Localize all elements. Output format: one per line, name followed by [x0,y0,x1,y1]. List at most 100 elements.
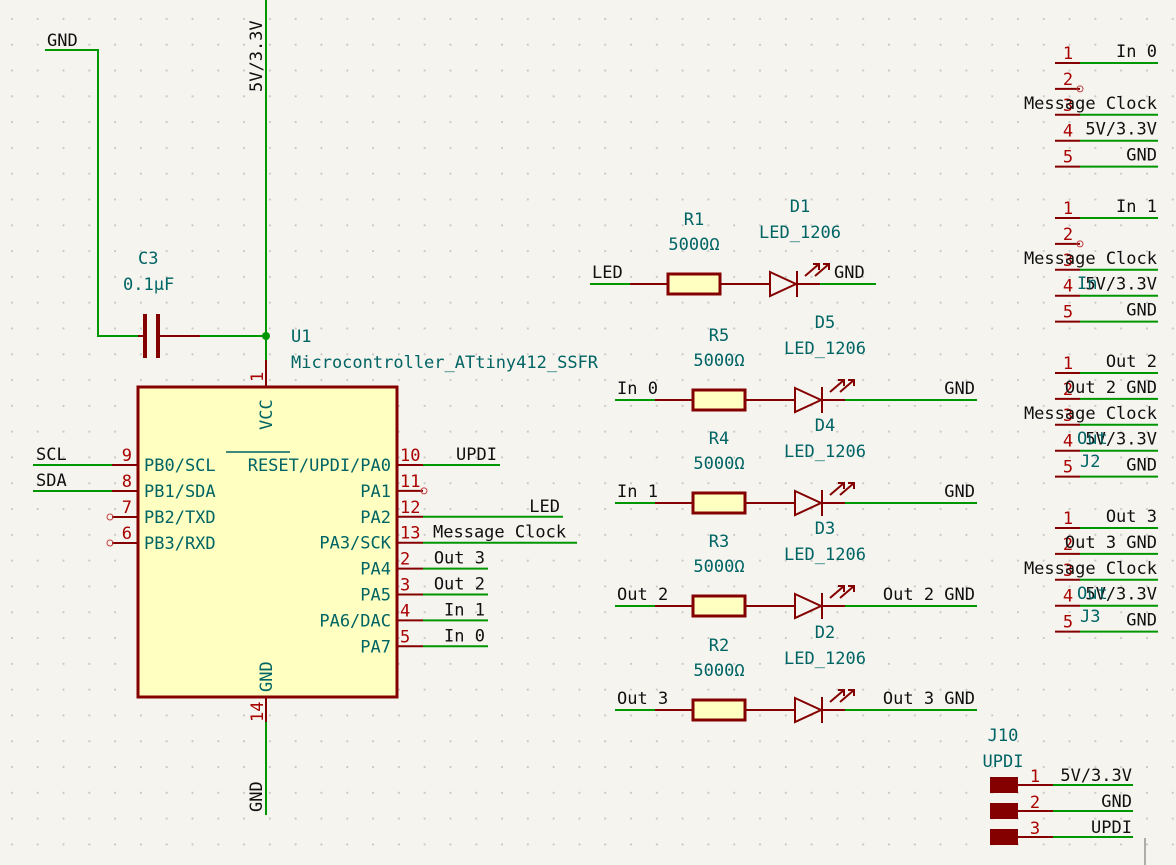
net-label[interactable]: GND [944,379,975,399]
resistor[interactable] [691,594,747,618]
net-label[interactable]: Out 2 [617,585,668,605]
led-ref: D5 [815,313,835,333]
resistor-ref: R2 [709,636,729,656]
pin-name: RESET/UPDI/PA0 [248,456,391,476]
gnd-label-bottom[interactable]: GND [247,781,267,812]
net-label[interactable]: Message Clock [1024,94,1157,114]
net-label[interactable]: GND [834,263,865,283]
net-label[interactable]: Message Clock [1024,404,1157,424]
led-diode[interactable] [794,696,824,724]
net-label[interactable]: In 1 [444,600,485,620]
net-label[interactable]: UPDI [456,445,497,465]
pin-number: 5 [1063,148,1073,168]
net-label[interactable]: LED [529,497,560,517]
connector-ref: J2 [1080,452,1100,472]
header-pin[interactable]: 2 GND [990,792,1133,819]
connector[interactable]: 1 Out 22Out 2 GND3Message Clock4 5V/3.3V5 G… [1024,352,1158,478]
resistor-ref: R5 [709,326,729,346]
net-label[interactable]: In 0 [1116,42,1157,62]
net-label[interactable]: GND [1101,792,1132,812]
capacitor-ref: C3 [138,249,158,269]
led-ref: D2 [815,623,835,643]
header-pin[interactable]: 3 UPDI [990,818,1133,845]
net-label[interactable]: GND [1126,301,1157,321]
resistor[interactable] [666,272,722,296]
net-label[interactable]: Out 3 [617,689,668,709]
resistor[interactable] [691,388,747,412]
led-value: LED_1206 [759,223,841,243]
led-ref: D3 [815,519,835,539]
connector[interactable]: 1 In 123Message Clock4 5V/3.3V5 GNDIn [1024,197,1158,323]
pin-number: 1 [1063,44,1073,64]
net-label[interactable]: SCL [36,445,67,465]
connector[interactable]: 1 Out 32Out 3 GND3Message Clock4 5V/3.3V5 G… [1024,507,1158,633]
net-label[interactable]: 5V/3.3V [1060,766,1132,786]
net-label[interactable]: GND [1126,146,1157,166]
led-ref: D4 [815,416,835,436]
resistor-value: 5000Ω [668,235,719,255]
net-label[interactable]: Message Clock [1024,559,1157,579]
net-label[interactable]: GND [1126,456,1157,476]
schematic-canvas[interactable]: GND 5V/3.3V C3 0.1µF U1 Microcontroller_… [0,0,1176,865]
resistor-value: 5000Ω [693,454,744,474]
led-row[interactable]: Out 3 Out 3 GND R2 5000Ω D2 LED_1206 [615,623,977,724]
connector-value: Out [1077,584,1108,604]
led-value: LED_1206 [784,442,866,462]
led-rows: LED GND R1 5000Ω D1 LED_1206 In 0 GND R5 5000Ω D5 L… [590,197,977,724]
led-row[interactable]: Out 2 Out 2 GND R3 5000Ω D3 LED_1206 [615,519,977,620]
light-emission-icon [829,689,855,703]
resistor-value: 5000Ω [693,557,744,577]
net-label[interactable]: Out 3 [434,549,485,569]
led-diode[interactable] [794,592,824,620]
net-label[interactable]: Message Clock [433,523,566,543]
resistor[interactable] [691,698,747,722]
net-label[interactable]: In 0 [617,379,658,399]
net-label[interactable]: Out 2 GND [883,585,975,605]
gnd-label-top[interactable]: GND [47,31,78,51]
pin-pad [990,829,1018,845]
net-label[interactable]: SDA [36,471,67,491]
pin-number: 1 [1063,199,1073,219]
pin-number: 5 [1063,613,1073,633]
connector-value: UPDI [983,752,1024,772]
net-label[interactable]: In 1 [617,482,658,502]
pin-number: 11 [400,472,420,492]
net-label[interactable]: Message Clock [1024,249,1157,269]
net-label[interactable]: Out 2 [1106,352,1157,372]
pin-name: PA4 [360,560,391,580]
net-label[interactable]: Out 2 GND [1065,378,1157,398]
led-diode[interactable] [769,270,799,298]
led-row[interactable]: LED GND R1 5000Ω D1 LED_1206 [590,197,876,298]
power-network: GND 5V/3.3V C3 0.1µF [45,0,270,360]
net-label[interactable]: Out 3 GND [1065,533,1157,553]
net-label[interactable]: UPDI [1091,818,1132,838]
led-diode[interactable] [794,489,824,517]
pin-number: 4 [1063,277,1073,297]
pin-number: 1 [248,372,268,382]
net-label[interactable]: Out 2 [434,575,485,595]
net-label[interactable]: GND [1126,611,1157,631]
led-row[interactable]: In 0 GND R5 5000Ω D5 LED_1206 [615,313,977,414]
net-label[interactable]: GND [944,482,975,502]
led-row[interactable]: In 1 GND R4 5000Ω D4 LED_1206 [615,416,977,517]
resistor[interactable] [691,491,747,515]
led-diode[interactable] [794,386,824,414]
connector[interactable]: 1 In 023Message Clock4 5V/3.3V5 GND [1024,42,1158,168]
resistor-ref: R3 [709,532,729,552]
net-label[interactable]: 5V/3.3V [1085,120,1157,140]
mcu-ref: U1 [291,327,311,347]
pin-pad [990,803,1018,819]
net-label[interactable]: In 0 [444,626,485,646]
pin-name: PA3/SCK [319,534,391,554]
pin-number: 5 [400,627,410,647]
pin-name: PA7 [360,637,391,657]
light-emission-icon [829,482,855,496]
net-label[interactable]: Out 3 GND [883,689,975,709]
net-label[interactable]: Out 3 [1106,507,1157,527]
pin-name-vcc: VCC [257,399,277,430]
pin-number: 3 [400,576,410,596]
vcc-label[interactable]: 5V/3.3V [247,20,267,92]
pin-number: 5 [1063,303,1073,323]
net-label[interactable]: In 1 [1116,197,1157,217]
net-label[interactable]: LED [592,263,623,283]
